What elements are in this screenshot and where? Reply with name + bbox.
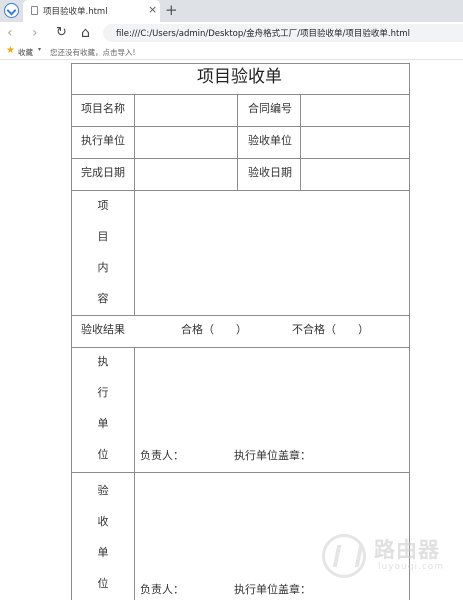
reload-icon[interactable]: ↻ — [56, 24, 67, 42]
column-divider — [237, 94, 238, 190]
row-divider — [71, 94, 410, 95]
exec-block-char: 行 — [97, 386, 109, 399]
exec-block-char: 位 — [97, 448, 109, 461]
executing-unit-label: 执行单位 — [81, 134, 125, 147]
exec-block-char: 执 — [97, 355, 109, 368]
project-name-field[interactable] — [136, 96, 235, 125]
completion-date-label: 完成日期 — [81, 166, 125, 179]
contract-no-label: 合同编号 — [248, 102, 292, 115]
bookmarks-bar: ★ 收藏 ▾ 您还没有收藏，点击导入! — [0, 44, 463, 60]
accept-block-char: 位 — [97, 577, 109, 590]
content-label-char: 容 — [97, 292, 109, 305]
content-label-char: 内 — [97, 261, 109, 274]
content-label-char: 目 — [97, 230, 109, 243]
back-icon[interactable]: ‹ — [7, 24, 13, 42]
accept-responsible-label: 负责人： — [140, 583, 184, 596]
acceptance-date-label: 验收日期 — [248, 166, 292, 179]
navigation-bar: ‹ › ↻ ⌂ file:///C:/Users/admin/Desktop/金… — [0, 22, 463, 44]
tab-title: 项目验收单.html — [43, 7, 108, 17]
star-icon[interactable]: ★ — [6, 45, 15, 57]
browser-logo-icon[interactable] — [4, 3, 19, 18]
completion-date-field[interactable] — [136, 160, 235, 189]
row-divider — [71, 126, 410, 127]
column-divider — [300, 94, 301, 190]
watermark-text: 路由器 — [374, 538, 440, 562]
content-label-char: 项 — [97, 199, 109, 212]
contract-no-field[interactable] — [302, 96, 408, 125]
fail-option[interactable]: 不合格（ ） — [292, 323, 369, 337]
new-tab-button[interactable]: + — [165, 1, 178, 19]
address-text: file:///C:/Users/admin/Desktop/金舟格式工厂/项目… — [116, 29, 410, 39]
address-bar[interactable]: file:///C:/Users/admin/Desktop/金舟格式工厂/项目… — [103, 24, 463, 42]
form-title: 项目验收单 — [197, 67, 282, 87]
accepting-unit-field[interactable] — [302, 128, 408, 157]
watermark: 路由器 luyouqi.com — [322, 528, 462, 580]
executing-unit-field[interactable] — [136, 128, 235, 157]
row-divider — [71, 347, 410, 348]
acceptance-date-field[interactable] — [302, 160, 408, 189]
tab-active[interactable]: 项目验收单.html × — [23, 0, 160, 22]
exec-responsible-label: 负责人： — [140, 449, 184, 462]
row-divider — [71, 472, 410, 473]
row-divider — [71, 315, 410, 316]
forward-icon[interactable]: › — [32, 24, 38, 42]
home-icon[interactable]: ⌂ — [81, 24, 90, 42]
row-divider — [71, 190, 410, 191]
exec-block-char: 单 — [97, 417, 109, 430]
result-label: 验收结果 — [81, 323, 125, 336]
pass-option[interactable]: 合格（ ） — [181, 323, 247, 337]
accept-block-char: 单 — [97, 546, 109, 559]
accepting-unit-label: 验收单位 — [248, 134, 292, 147]
project-name-label: 项目名称 — [81, 102, 125, 115]
exec-seal-label: 执行单位盖章： — [234, 449, 311, 462]
column-divider — [134, 347, 135, 600]
row-divider — [71, 158, 410, 159]
page-content: 项目验收单 项目名称 合同编号 执行单位 验收单位 完成日期 验收日期 项 目 … — [0, 61, 463, 600]
column-divider — [134, 94, 135, 190]
accept-block-char: 验 — [97, 484, 109, 497]
accept-seal-label: 执行单位盖章： — [234, 583, 311, 596]
bookmarks-import-hint[interactable]: 您还没有收藏，点击导入! — [50, 47, 136, 58]
router-logo-icon — [322, 534, 366, 578]
bookmarks-label[interactable]: 收藏 — [18, 47, 33, 58]
page-icon — [31, 6, 38, 15]
tab-bar: 项目验收单.html × + — [0, 0, 463, 22]
watermark-subtext: luyouqi.com — [378, 562, 445, 572]
chevron-down-icon[interactable]: ▾ — [38, 46, 41, 53]
accept-block-char: 收 — [97, 515, 109, 528]
close-icon[interactable]: × — [148, 3, 157, 17]
project-content-field[interactable] — [136, 192, 408, 314]
